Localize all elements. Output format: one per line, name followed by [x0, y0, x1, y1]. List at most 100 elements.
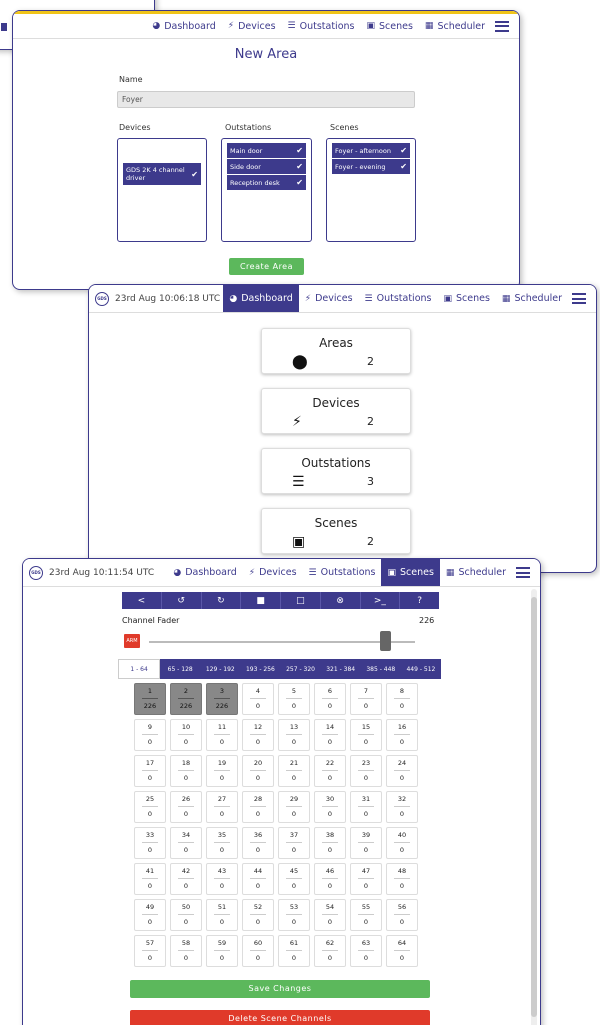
range-tab[interactable]: 65 - 128 — [160, 659, 200, 679]
channel-cell[interactable]: 3 226 — [206, 683, 238, 715]
range-tab[interactable]: 1 - 64 — [118, 659, 161, 679]
scene-item[interactable]: Foyer - afternoon ✔ — [332, 143, 410, 158]
channel-cell[interactable]: 2 226 — [170, 683, 202, 715]
channel-cell[interactable]: 14 0 — [314, 719, 346, 751]
channel-cell[interactable]: 50 — [278, 683, 310, 715]
outstations-card[interactable]: Outstations ☰ 3 — [261, 448, 411, 494]
nav-dashboard[interactable]: ◕ Dashboard — [146, 14, 221, 38]
channel-cell[interactable]: 49 0 — [134, 899, 166, 931]
select-all-button[interactable]: ■ — [241, 592, 281, 609]
range-tab[interactable]: 385 - 448 — [361, 659, 401, 679]
areas-card[interactable]: Areas ⬤ 2 — [261, 328, 411, 374]
channel-cell[interactable]: 38 0 — [314, 827, 346, 859]
scene-item[interactable]: Foyer - evening ✔ — [332, 159, 410, 174]
channel-cell[interactable]: 40 — [242, 683, 274, 715]
nav-scenes[interactable]: ▣ Scenes — [437, 285, 495, 312]
channel-cell[interactable]: 34 0 — [170, 827, 202, 859]
fader-track[interactable] — [149, 641, 415, 643]
nav-dashboard[interactable]: ◕ Dashboard — [223, 285, 299, 312]
channel-cell[interactable]: 39 0 — [350, 827, 382, 859]
channel-cell[interactable]: 47 0 — [350, 863, 382, 895]
channel-cell[interactable]: 61 0 — [278, 935, 310, 967]
channel-cell[interactable]: 22 0 — [314, 755, 346, 787]
channel-cell[interactable]: 45 0 — [278, 863, 310, 895]
channel-cell[interactable]: 60 0 — [242, 935, 274, 967]
range-tab[interactable]: 321 - 384 — [321, 659, 361, 679]
menu-icon[interactable] — [572, 293, 586, 304]
channel-cell[interactable]: 24 0 — [386, 755, 418, 787]
channel-cell[interactable]: 18 0 — [170, 755, 202, 787]
channel-cell[interactable]: 58 0 — [170, 935, 202, 967]
nav-devices[interactable]: ⚡ Devices — [243, 559, 303, 586]
nav-scenes[interactable]: ▣ Scenes — [381, 559, 440, 586]
channel-cell[interactable]: 70 — [350, 683, 382, 715]
channel-cell[interactable]: 48 0 — [386, 863, 418, 895]
channel-cell[interactable]: 43 0 — [206, 863, 238, 895]
channel-cell[interactable]: 1 226 — [134, 683, 166, 715]
range-tab[interactable]: 193 - 256 — [240, 659, 280, 679]
nav-scheduler[interactable]: ▦ Scheduler — [496, 285, 568, 312]
channel-cell[interactable]: 15 0 — [350, 719, 382, 751]
devices-list[interactable]: GDS 2K 4 channel driver ✔ — [117, 138, 207, 242]
channel-cell[interactable]: 19 0 — [206, 755, 238, 787]
channel-cell[interactable]: 13 0 — [278, 719, 310, 751]
arm-button[interactable]: ARM — [124, 634, 140, 648]
delete-scene-channels-button[interactable]: Delete Scene Channels — [130, 1010, 430, 1025]
channel-cell[interactable]: 57 0 — [134, 935, 166, 967]
channel-cell[interactable]: 62 0 — [314, 935, 346, 967]
channel-cell[interactable]: 50 0 — [170, 899, 202, 931]
clear-button[interactable]: ⊗ — [321, 592, 361, 609]
outstation-item[interactable]: Reception desk ✔ — [227, 175, 306, 190]
channel-cell[interactable]: 55 0 — [350, 899, 382, 931]
range-tab[interactable]: 257 - 320 — [281, 659, 321, 679]
channel-cell[interactable]: 41 0 — [134, 863, 166, 895]
scrollbar[interactable] — [531, 589, 537, 1025]
channel-cell[interactable]: 64 0 — [386, 935, 418, 967]
channel-cell[interactable]: 11 0 — [206, 719, 238, 751]
create-area-button[interactable]: Create Area — [229, 258, 304, 275]
outstations-list[interactable]: Main door ✔ Side door ✔ Reception desk ✔ — [221, 138, 312, 242]
name-input[interactable]: Foyer — [117, 91, 415, 108]
channel-cell[interactable]: 54 0 — [314, 899, 346, 931]
menu-icon[interactable] — [495, 20, 509, 32]
console-button[interactable]: >_ — [361, 592, 401, 609]
nav-scheduler[interactable]: ▦ Scheduler — [419, 14, 491, 38]
nav-dashboard[interactable]: ◕ Dashboard — [167, 559, 242, 586]
channel-cell[interactable]: 12 0 — [242, 719, 274, 751]
channel-cell[interactable]: 80 — [386, 683, 418, 715]
devices-card[interactable]: Devices ⚡ 2 — [261, 388, 411, 434]
channel-cell[interactable]: 52 0 — [242, 899, 274, 931]
channel-cell[interactable]: 17 0 — [134, 755, 166, 787]
fader-handle[interactable] — [379, 631, 391, 651]
select-none-button[interactable]: □ — [281, 592, 321, 609]
nav-outstations[interactable]: ☰ Outstations — [359, 285, 438, 312]
channel-cell[interactable]: 32 0 — [386, 791, 418, 823]
channel-cell[interactable]: 21 0 — [278, 755, 310, 787]
channel-cell[interactable]: 33 0 — [134, 827, 166, 859]
back-button[interactable]: < — [122, 592, 162, 609]
nav-outstations[interactable]: ☰ Outstations — [303, 559, 382, 586]
channel-cell[interactable]: 63 0 — [350, 935, 382, 967]
scrollbar-thumb[interactable] — [531, 597, 537, 1017]
redo-button[interactable]: ↻ — [202, 592, 242, 609]
channel-cell[interactable]: 23 0 — [350, 755, 382, 787]
channel-cell[interactable]: 35 0 — [206, 827, 238, 859]
device-item[interactable]: GDS 2K 4 channel driver ✔ — [123, 163, 201, 185]
undo-button[interactable]: ↺ — [162, 592, 202, 609]
outstation-item[interactable]: Side door ✔ — [227, 159, 306, 174]
channel-cell[interactable]: 40 0 — [386, 827, 418, 859]
help-button[interactable]: ? — [400, 592, 439, 609]
channel-cell[interactable]: 29 0 — [278, 791, 310, 823]
channel-cell[interactable]: 28 0 — [242, 791, 274, 823]
channel-cell[interactable]: 53 0 — [278, 899, 310, 931]
scenes-card[interactable]: Scenes ▣ 2 — [261, 508, 411, 554]
nav-devices[interactable]: ⚡ Devices — [222, 14, 282, 38]
channel-cell[interactable]: 60 — [314, 683, 346, 715]
scenes-list[interactable]: Foyer - afternoon ✔ Foyer - evening ✔ — [326, 138, 416, 242]
channel-cell[interactable]: 25 0 — [134, 791, 166, 823]
menu-icon[interactable] — [516, 567, 530, 578]
channel-cell[interactable]: 44 0 — [242, 863, 274, 895]
range-tab[interactable]: 129 - 192 — [200, 659, 240, 679]
nav-scenes[interactable]: ▣ Scenes — [360, 14, 418, 38]
outstation-item[interactable]: Main door ✔ — [227, 143, 306, 158]
